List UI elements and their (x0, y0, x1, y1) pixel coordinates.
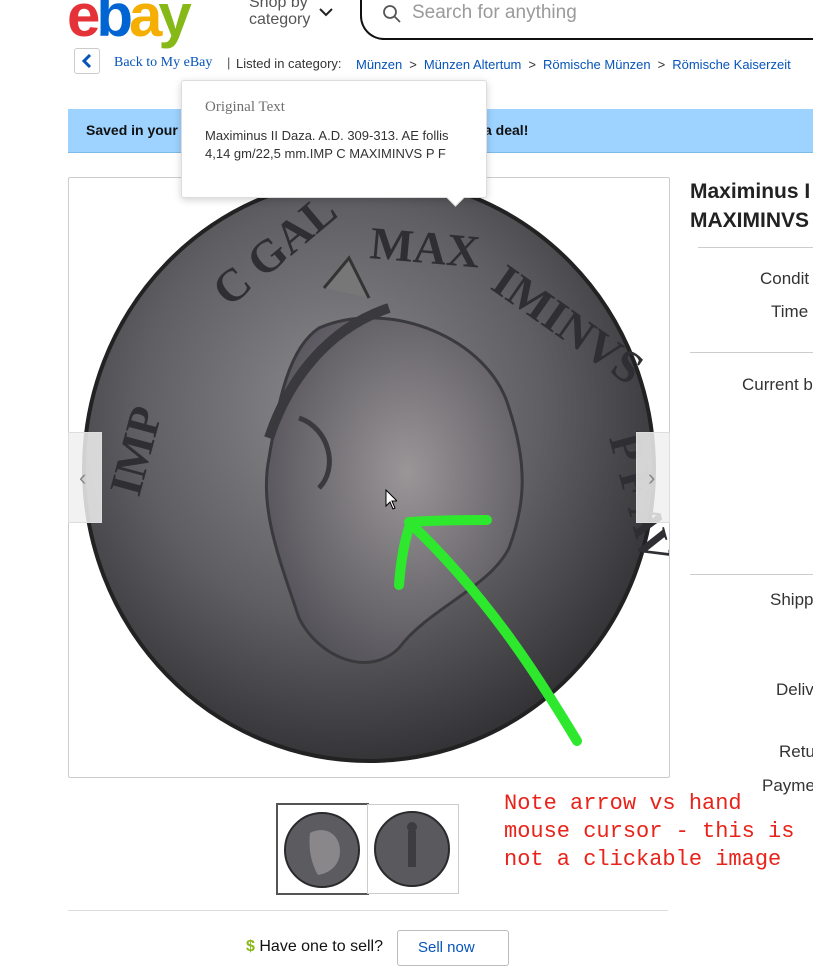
logo-letter-a: a (129, 0, 162, 49)
dollar-icon: $ (246, 938, 255, 955)
breadcrumb-chevron: > (657, 57, 666, 72)
chevron-left-icon: ‹ (79, 465, 87, 490)
listed-in-category-label: Listed in category: (236, 56, 342, 71)
title-divider (698, 247, 813, 248)
sell-prompt: Have one to sell? (259, 938, 383, 955)
payments-label: Payme (762, 776, 813, 795)
ebay-logo[interactable]: ebay (67, 0, 192, 49)
sell-now-label: Sell now (418, 939, 475, 956)
search-icon (383, 5, 401, 23)
breadcrumb-separator: | (227, 55, 231, 70)
breadcrumb-chevron: > (409, 57, 417, 72)
item-title: Maximinus I MAXIMINVS (690, 177, 810, 235)
shop-by-category-button[interactable]: Shop by category (249, 0, 310, 28)
breadcrumb-chevron: > (528, 57, 536, 72)
svg-text:MAX: MAX (368, 217, 482, 277)
chevron-left-icon (81, 54, 92, 68)
thumbnail-1[interactable] (276, 803, 369, 895)
previous-image-button[interactable]: ‹ (68, 432, 102, 523)
breadcrumb-item-muenzen-altertum[interactable]: Münzen Altertum (424, 57, 522, 72)
banner-text-start: Saved in your (86, 122, 178, 138)
condition-divider (690, 352, 813, 353)
back-to-my-ebay-link[interactable]: Back to My eBay (114, 55, 212, 71)
chevron-down-icon[interactable] (318, 4, 334, 20)
current-bid-label: Current b (742, 375, 813, 394)
next-image-button[interactable]: › (636, 432, 670, 523)
breadcrumb: Münzen > Münzen Altertum > Römische Münzen > R… (356, 57, 791, 72)
thumbnail-2[interactable] (367, 804, 459, 894)
logo-letter-e: e (67, 0, 100, 49)
delivery-label: Deliv (776, 680, 813, 699)
banner-text-end: a deal! (484, 122, 529, 138)
coin-image: IMP C GAL MAX IMINVS P F AV (82, 178, 669, 763)
bid-divider (690, 574, 813, 575)
breadcrumb-item-muenzen[interactable]: Münzen (356, 57, 402, 72)
breadcrumb-item-roemische-kaiserzeit[interactable]: Römische Kaiserzeit (672, 57, 791, 72)
main-image-frame: IMP C GAL MAX IMINVS P F AV (68, 177, 670, 778)
breadcrumb-item-roemische-muenzen[interactable]: Römische Münzen (543, 57, 651, 72)
returns-label: Retu (779, 742, 813, 761)
thumbnail-coin-reverse (374, 811, 450, 887)
section-divider (68, 910, 668, 911)
shop-by-label: Shop by (249, 0, 308, 11)
sell-now-button[interactable]: Sell now (397, 930, 509, 966)
condition-label: Condit (760, 269, 810, 288)
time-left-label: Time (771, 302, 809, 321)
item-title-line-1: Maximinus I (690, 180, 811, 203)
annotation-note: Note arrow vs hand mouse cursor - this i… (504, 791, 795, 872)
have-one-to-sell: $ Have one to sell? (246, 938, 383, 956)
tooltip-title: Original Text (205, 99, 285, 115)
item-title-line-2: MAXIMINVS (690, 209, 810, 232)
search-placeholder[interactable]: Search for anything (412, 2, 577, 24)
chevron-right-icon: › (648, 465, 656, 490)
thumbnail-coin-obverse (284, 812, 360, 888)
back-button[interactable] (74, 48, 100, 74)
category-label: category (249, 11, 311, 28)
logo-letter-b: b (96, 0, 133, 49)
shipping-label: Shipp (770, 590, 813, 609)
tooltip-body: Maximinus II Daza. A.D. 309-313. AE foll… (205, 128, 449, 161)
logo-letter-y: y (158, 0, 191, 49)
arrow-cursor-icon (385, 489, 397, 510)
